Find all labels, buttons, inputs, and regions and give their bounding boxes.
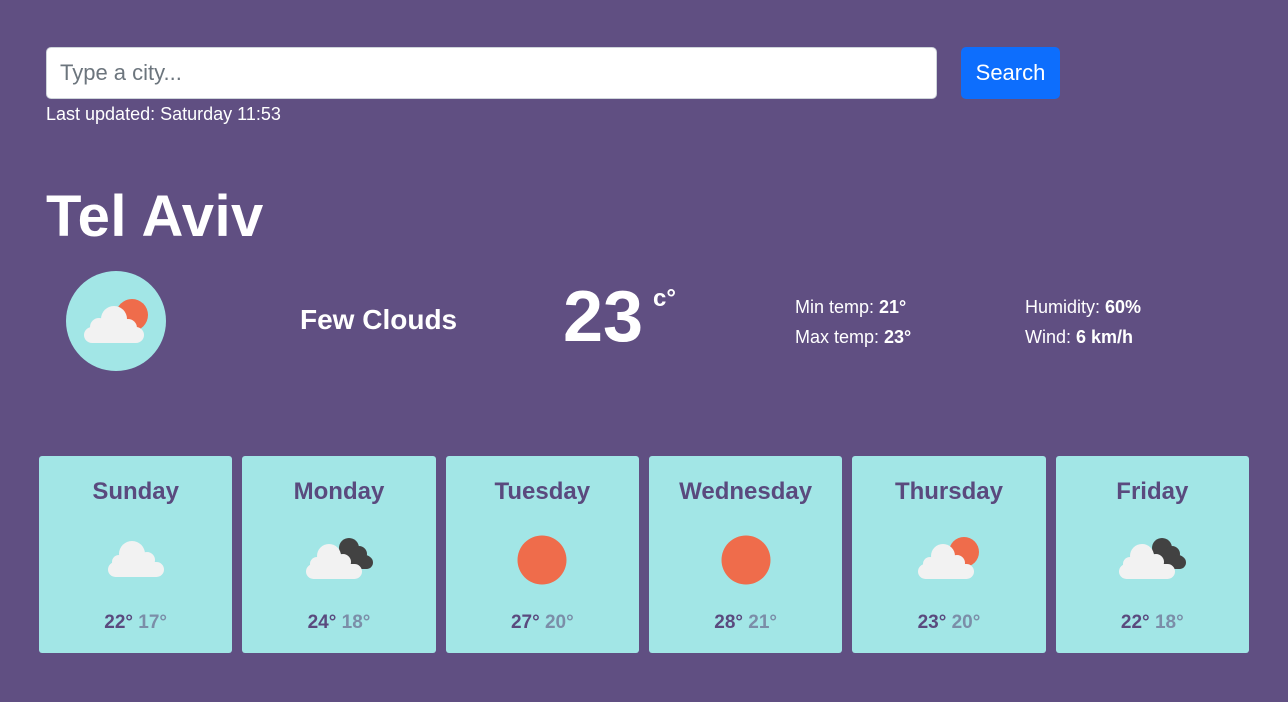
- forecast-max: 27°: [510, 612, 540, 633]
- forecast-temps: 24° 18°: [242, 612, 435, 634]
- forecast-max: 24°: [307, 612, 337, 633]
- search-button[interactable]: Search: [961, 47, 1060, 99]
- forecast-day: Monday: [293, 478, 385, 505]
- min-temp: Min temp: 21°: [795, 292, 911, 322]
- forecast-card[interactable]: Thursday 23° 20°: [852, 456, 1046, 653]
- broken-clouds-icon: [1119, 538, 1187, 579]
- min-temp-value: 21°: [879, 297, 907, 317]
- few-clouds-icon: [84, 299, 148, 343]
- forecast-card[interactable]: Wednesday 28° 21°: [648, 456, 843, 653]
- last-updated: Last updated: Saturday 11:53: [46, 104, 281, 125]
- wind-label: Wind:: [1025, 327, 1077, 347]
- temperature-unit[interactable]: c°: [653, 285, 676, 313]
- forecast-max: 28°: [714, 612, 743, 633]
- forecast-day: Tuesday: [494, 478, 591, 505]
- forecast-temps: 22° 18°: [1056, 612, 1249, 634]
- forecast-temps: 22° 17°: [39, 612, 232, 634]
- forecast-day: Friday: [1116, 478, 1189, 505]
- forecast-temps: 23° 20°: [852, 612, 1045, 634]
- min-max-temps: Min temp: 21° Max temp: 23°: [795, 292, 911, 352]
- last-updated-label: Last updated:: [46, 104, 161, 124]
- forecast-max: 22°: [104, 612, 134, 633]
- max-temp-label: Max temp:: [795, 327, 885, 347]
- few-clouds-icon: [917, 537, 979, 579]
- weather-app: Search Last updated: Saturday 11:53 Tel …: [0, 0, 1288, 702]
- forecast-min: 17°: [138, 612, 168, 633]
- humidity-wind: Humidity: 60% Wind: 6 km/h: [1025, 292, 1141, 352]
- forecast-temps: 27° 20°: [446, 612, 639, 634]
- search-form: Search: [46, 47, 1060, 99]
- max-temp: Max temp: 23°: [795, 322, 911, 352]
- min-temp-label: Min temp:: [795, 297, 880, 317]
- forecast-row: Sunday 22° 17° Monday 24° 18° Tuesday 27…: [39, 456, 1249, 653]
- current-temperature: 23: [563, 277, 644, 357]
- forecast-temps: 28° 21°: [649, 612, 842, 634]
- forecast-day: Thursday: [894, 478, 1003, 505]
- forecast-day: Sunday: [92, 478, 179, 505]
- forecast-min: 20°: [951, 612, 981, 633]
- forecast-day: Wednesday: [679, 478, 813, 505]
- forecast-min: 20°: [544, 612, 574, 633]
- humidity-label: Humidity:: [1025, 297, 1106, 317]
- forecast-card[interactable]: Monday 24° 18°: [242, 456, 436, 653]
- sun-icon: [517, 535, 567, 585]
- humidity-value: 60%: [1105, 297, 1142, 317]
- sun-icon: [721, 535, 771, 585]
- city-search-input[interactable]: [46, 47, 937, 99]
- cloud-icon: [107, 541, 164, 577]
- max-temp-value: 23°: [884, 327, 912, 347]
- weather-description: Few Clouds: [300, 304, 458, 335]
- wind: Wind: 6 km/h: [1025, 322, 1141, 352]
- humidity: Humidity: 60%: [1025, 292, 1141, 322]
- forecast-card[interactable]: Friday 22° 18°: [1055, 456, 1249, 653]
- wind-value: 6 km/h: [1076, 327, 1134, 347]
- last-updated-value: Saturday 11:53: [160, 104, 281, 124]
- forecast-min: 18°: [341, 612, 371, 633]
- broken-clouds-icon: [305, 538, 373, 579]
- forecast-max: 23°: [917, 612, 947, 633]
- forecast-min: 21°: [748, 612, 778, 633]
- forecast-min: 18°: [1154, 612, 1184, 633]
- current-weather-icon-container: [66, 271, 166, 371]
- forecast-card[interactable]: Tuesday 27° 20°: [445, 456, 639, 653]
- city-name: Tel Aviv: [46, 184, 264, 249]
- forecast-max: 22°: [1120, 612, 1150, 633]
- forecast-card[interactable]: Sunday 22° 17°: [39, 456, 233, 653]
